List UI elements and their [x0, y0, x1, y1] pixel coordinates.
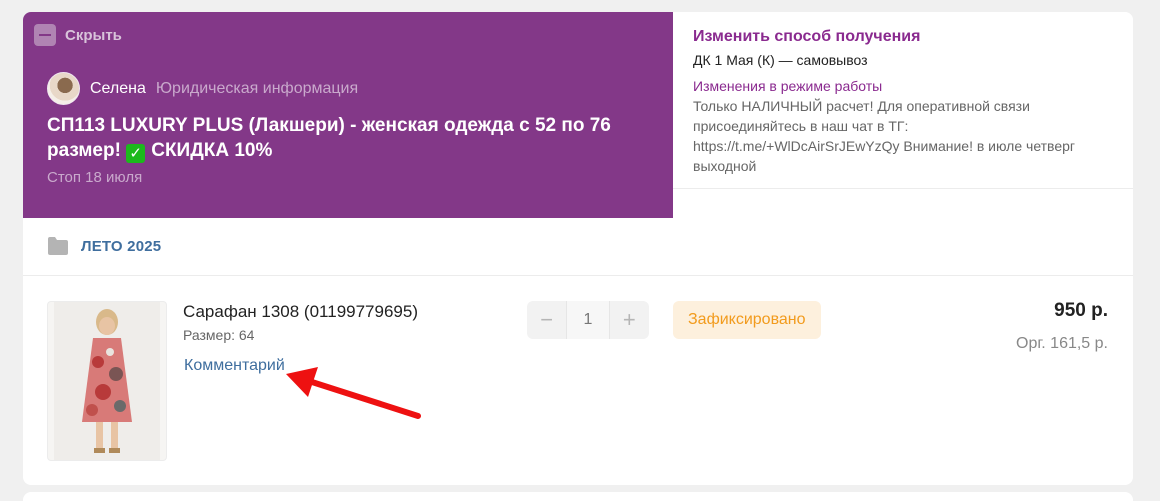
change-delivery-link[interactable]: Изменить способ получения: [693, 28, 1103, 46]
organizer-name[interactable]: Селена: [90, 80, 146, 98]
pickup-point: ДК 1 Мая (К) — самовывоз: [693, 52, 868, 68]
quantity-value[interactable]: 1: [566, 301, 610, 339]
purchase-card: Скрыть Селена Юридическая информация СП1…: [23, 12, 1133, 485]
item-photo[interactable]: [47, 301, 167, 461]
comment-link[interactable]: Комментарий: [184, 357, 285, 375]
item-name[interactable]: Сарафан 1308 (01199779695): [183, 302, 418, 322]
status-badge: Зафиксировано: [673, 301, 821, 339]
section-label[interactable]: ЛЕТО 2025: [81, 238, 161, 255]
catalog-section: ЛЕТО 2025: [23, 218, 1133, 276]
increase-button[interactable]: +: [610, 301, 649, 339]
divider: [673, 188, 1133, 189]
schedule-notice-text: Только НАЛИЧНЫЙ расчет! Для оперативной …: [693, 98, 1076, 174]
delivery-panel: Изменить способ получения ДК 1 Мая (К) —…: [673, 12, 1133, 218]
item-price: 950 р.: [1054, 300, 1108, 321]
check-mark-icon: ✓: [126, 144, 146, 163]
decrease-button[interactable]: −: [527, 301, 566, 339]
item-size: Размер: 64: [183, 327, 255, 343]
folder-icon: [48, 237, 68, 255]
hide-label: Скрыть: [65, 26, 122, 44]
stop-date: Стоп 18 июля: [47, 169, 143, 186]
collapse-minus-icon: [34, 24, 56, 46]
purchase-header: Скрыть Селена Юридическая информация СП1…: [23, 12, 673, 218]
quantity-stepper: − 1 +: [527, 301, 649, 339]
dress-image: [54, 302, 160, 460]
purchase-title[interactable]: СП113 LUXURY PLUS (Лакшери) - женская од…: [47, 113, 647, 163]
organizer-avatar[interactable]: [47, 72, 80, 105]
purchase-title-discount: СКИДКА 10%: [151, 140, 273, 161]
schedule-notice-title: Изменения в режиме работы: [693, 78, 883, 94]
organizer-row: Селена Юридическая информация: [47, 72, 358, 105]
org-fee: Орг. 161,5 р.: [1016, 335, 1108, 352]
legal-info-link[interactable]: Юридическая информация: [156, 80, 358, 98]
next-card-edge: [23, 492, 1133, 501]
hide-toggle[interactable]: Скрыть: [34, 24, 122, 46]
